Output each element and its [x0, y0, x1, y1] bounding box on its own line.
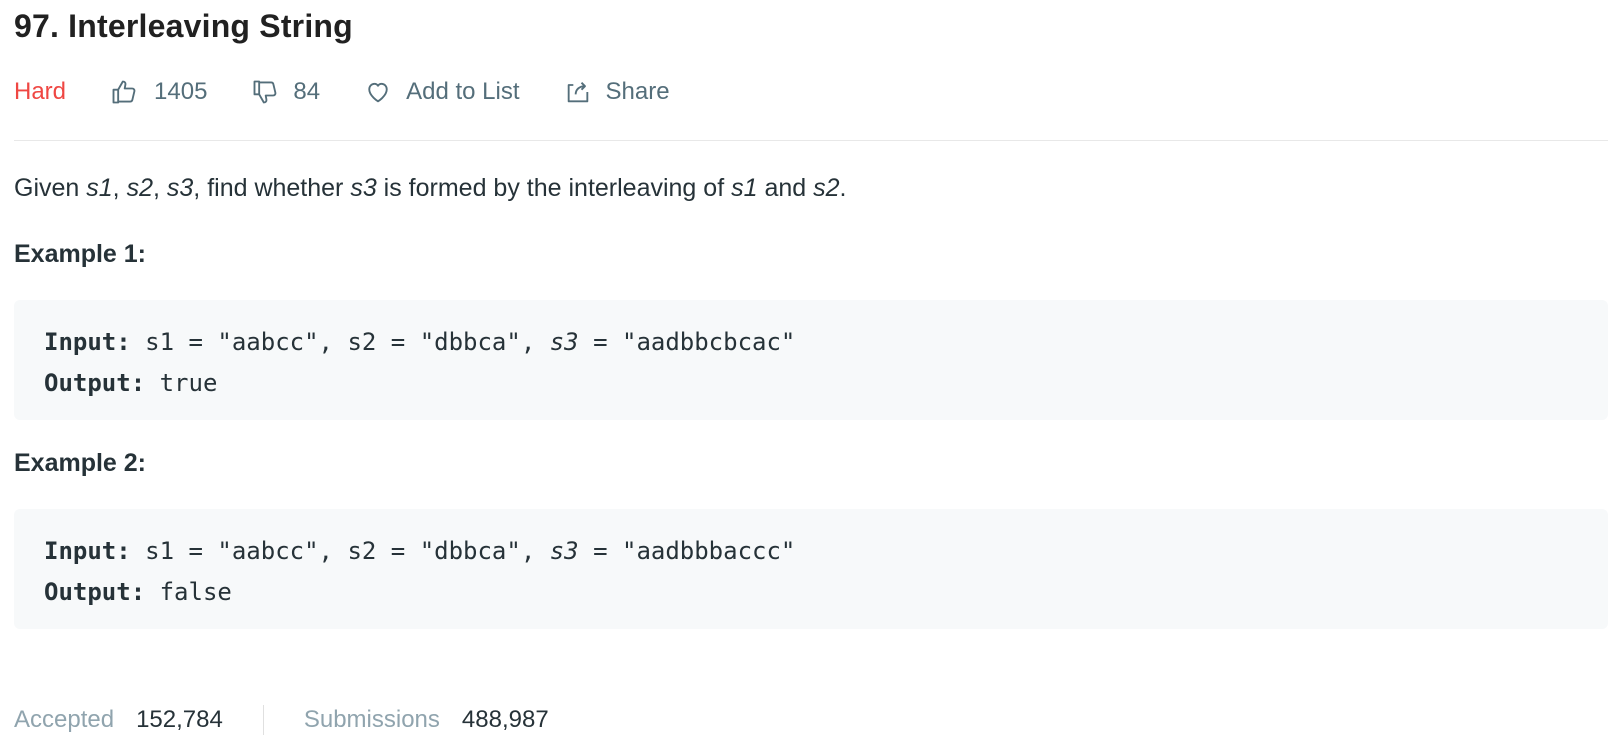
example-1-input-line: Input: s1 = "aabcc", s2 = "dbbca", s3 = …	[44, 322, 1608, 363]
accepted-value: 152,784	[136, 706, 223, 733]
desc-text: , find whether	[193, 174, 351, 202]
example-2-code-block: Input: s1 = "aabcc", s2 = "dbbca", s3 = …	[14, 509, 1608, 629]
desc-text: ,	[152, 174, 167, 202]
header-divider	[14, 140, 1608, 141]
output-label: Output:	[44, 578, 146, 606]
output-value: false	[145, 578, 232, 606]
example-1-code-block: Input: s1 = "aabcc", s2 = "dbbca", s3 = …	[14, 300, 1608, 420]
problem-description: Given s1, s2, s3, find whether s3 is for…	[14, 174, 846, 203]
input-var: s3	[549, 328, 579, 356]
desc-text: .	[839, 174, 847, 202]
input-text: = "aadbbcbcac"	[578, 328, 796, 356]
share-button[interactable]: Share	[564, 78, 670, 106]
desc-text: and	[757, 174, 814, 202]
dislike-count: 84	[293, 78, 321, 105]
submissions-label: Submissions	[303, 706, 440, 733]
thumbs-down-icon	[253, 80, 277, 104]
submission-stats: Accepted 152,784 Submissions 488,987	[14, 700, 549, 740]
input-var: s3	[549, 537, 579, 565]
example-1-title: Example 1:	[14, 240, 147, 268]
stats-divider	[262, 705, 264, 735]
share-icon	[567, 82, 588, 103]
desc-text: is formed by the interleaving of	[376, 174, 732, 202]
input-text: s1 = "aabcc", s2 = "dbbca",	[130, 328, 550, 356]
desc-var: s3	[350, 174, 377, 202]
difficulty-badge: Hard	[14, 78, 67, 105]
desc-var: s1	[731, 174, 758, 202]
example-2-title: Example 2:	[14, 449, 147, 477]
input-text: = "aadbbbaccc"	[578, 537, 796, 565]
add-to-list-button[interactable]: Add to List	[364, 78, 520, 106]
dislike-button[interactable]: 84	[251, 78, 320, 106]
thumbs-up-icon	[112, 80, 136, 104]
like-button[interactable]: 1405	[110, 78, 207, 106]
accepted-label: Accepted	[14, 706, 115, 733]
input-text: s1 = "aabcc", s2 = "dbbca",	[130, 537, 550, 565]
heart-icon	[368, 82, 388, 103]
desc-var: s1	[86, 174, 113, 202]
example-2-input-line: Input: s1 = "aabcc", s2 = "dbbca", s3 = …	[44, 531, 1608, 572]
desc-var: s2	[126, 174, 153, 202]
desc-var: s3	[166, 174, 194, 202]
output-value: true	[145, 369, 218, 397]
input-label: Input:	[44, 328, 131, 356]
example-2-output-line: Output: false	[44, 572, 1608, 613]
problem-title: 97. Interleaving String	[14, 8, 353, 44]
submissions-value: 488,987	[461, 706, 549, 733]
output-label: Output:	[44, 369, 146, 397]
example-1-output-line: Output: true	[44, 363, 1608, 404]
desc-text: Given	[14, 174, 87, 202]
input-label: Input:	[44, 537, 131, 565]
like-count: 1405	[154, 78, 208, 105]
add-to-list-label: Add to List	[406, 78, 520, 105]
share-label: Share	[605, 78, 670, 105]
desc-text: ,	[112, 174, 127, 202]
desc-var: s2	[813, 174, 840, 202]
problem-meta-bar: Hard 1405 84 Add to List Share	[14, 72, 714, 112]
